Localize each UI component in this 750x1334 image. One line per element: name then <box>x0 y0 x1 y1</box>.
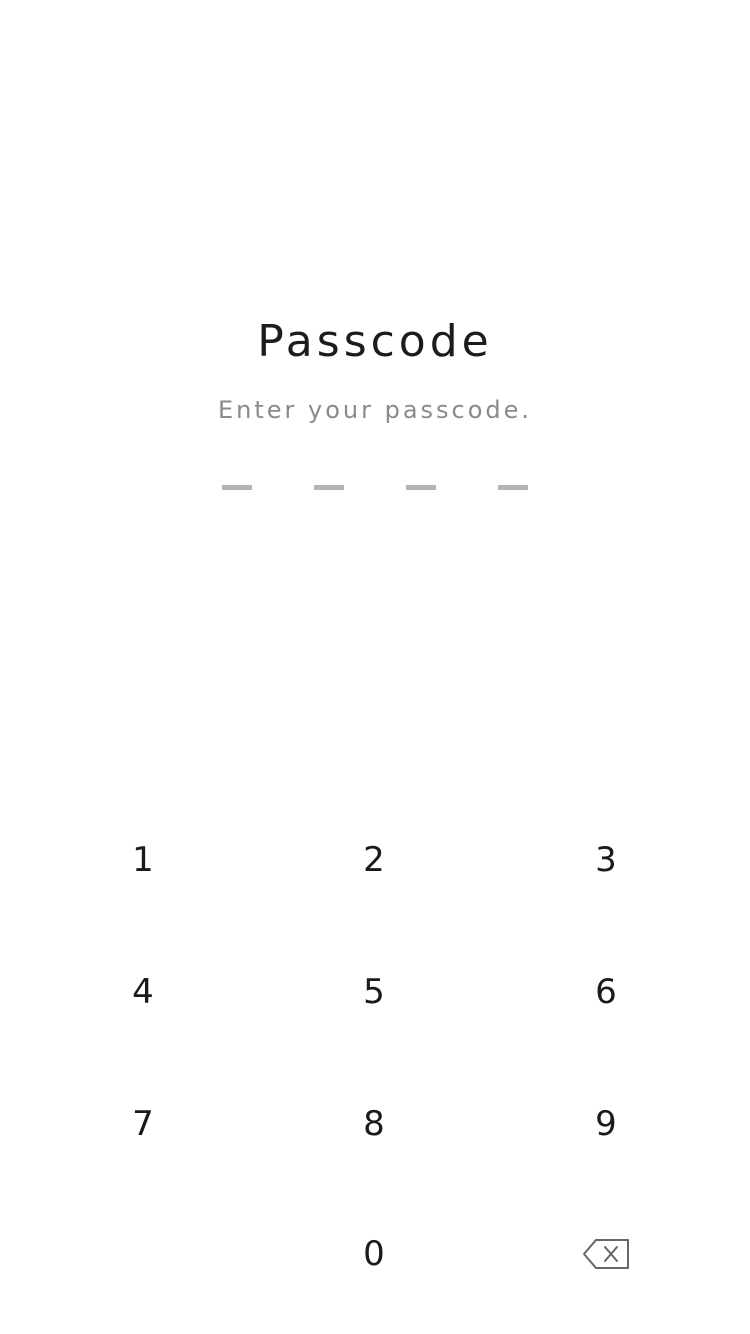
keypad-key-label: 4 <box>132 972 154 1012</box>
passcode-digit-slot-3 <box>406 485 436 490</box>
keypad-key-1[interactable]: 1 <box>63 815 223 905</box>
keypad-key-label: 9 <box>595 1104 617 1144</box>
keypad-key-label: 0 <box>363 1234 385 1274</box>
keypad-key-label: 5 <box>363 972 385 1012</box>
page-title: Passcode <box>257 316 493 367</box>
keypad-key-label: 1 <box>132 840 154 880</box>
backspace-button[interactable] <box>526 1209 686 1299</box>
backspace-icon <box>583 1239 629 1269</box>
keypad-key-0[interactable]: 0 <box>294 1209 454 1299</box>
keypad-key-4[interactable]: 4 <box>63 947 223 1037</box>
keypad-key-label: 7 <box>132 1104 154 1144</box>
keypad-key-9[interactable]: 9 <box>526 1079 686 1169</box>
keypad-key-6[interactable]: 6 <box>526 947 686 1037</box>
passcode-indicator <box>222 485 528 490</box>
keypad-key-label: 3 <box>595 840 617 880</box>
keypad-key-5[interactable]: 5 <box>294 947 454 1037</box>
keypad-key-label: 2 <box>363 840 385 880</box>
keypad-key-7[interactable]: 7 <box>63 1079 223 1169</box>
keypad-key-3[interactable]: 3 <box>526 815 686 905</box>
passcode-digit-slot-2 <box>314 485 344 490</box>
keypad-key-label: 8 <box>363 1104 385 1144</box>
keypad-key-label: 6 <box>595 972 617 1012</box>
keypad-key-8[interactable]: 8 <box>294 1079 454 1169</box>
passcode-instruction: Enter your passcode. <box>217 396 533 424</box>
passcode-digit-slot-4 <box>498 485 528 490</box>
passcode-digit-slot-1 <box>222 485 252 490</box>
keypad-key-2[interactable]: 2 <box>294 815 454 905</box>
